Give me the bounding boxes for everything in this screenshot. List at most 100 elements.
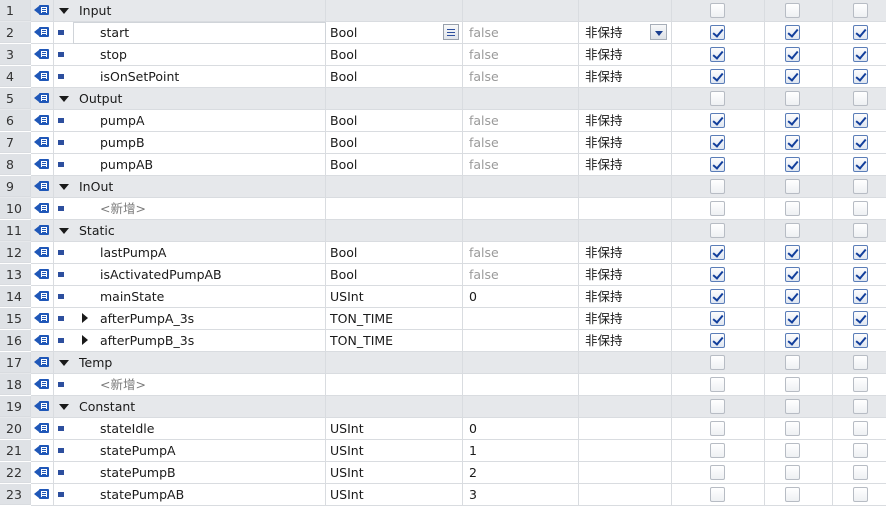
writable-checkbox[interactable]	[785, 377, 800, 392]
accessible-checkbox[interactable]	[710, 465, 725, 480]
name-cell[interactable]: InOut	[73, 176, 326, 198]
accessible-checkbox[interactable]	[710, 91, 725, 106]
default-value-cell[interactable]: false	[463, 110, 579, 132]
writable-checkbox[interactable]	[785, 157, 800, 172]
section-row[interactable]: 11 Static	[0, 220, 886, 242]
default-value-cell[interactable]: 0	[463, 286, 579, 308]
row-number[interactable]: 12	[0, 242, 31, 263]
visible-checkbox[interactable]	[853, 333, 868, 348]
retain-cell[interactable]	[579, 440, 672, 462]
writable-checkbox[interactable]	[785, 399, 800, 414]
row-number[interactable]: 1	[0, 0, 31, 21]
retain-cell[interactable]: 非保持	[579, 242, 672, 264]
writable-checkbox[interactable]	[785, 223, 800, 238]
name-cell[interactable]: afterPumpB_3s	[73, 330, 326, 352]
collapse-triangle-icon[interactable]	[59, 228, 69, 234]
default-value-cell[interactable]	[463, 352, 579, 374]
accessible-checkbox[interactable]	[710, 223, 725, 238]
row-number[interactable]: 9	[0, 176, 31, 197]
row-number[interactable]: 2	[0, 22, 31, 43]
expand-triangle-icon[interactable]	[82, 335, 88, 345]
accessible-checkbox[interactable]	[710, 179, 725, 194]
visible-checkbox[interactable]	[853, 135, 868, 150]
table-row[interactable]: 2 start Bool false 非保持	[0, 22, 886, 44]
retain-cell[interactable]: 非保持	[579, 330, 672, 352]
visible-checkbox[interactable]	[853, 113, 868, 128]
retain-cell[interactable]: 非保持	[579, 308, 672, 330]
accessible-checkbox[interactable]	[710, 421, 725, 436]
datatype-cell[interactable]: Bool	[326, 110, 463, 132]
row-number[interactable]: 5	[0, 88, 31, 109]
default-value-cell[interactable]: false	[463, 264, 579, 286]
accessible-checkbox[interactable]	[710, 487, 725, 502]
row-number[interactable]: 23	[0, 484, 31, 505]
datatype-cell[interactable]: TON_TIME	[326, 330, 463, 352]
section-row[interactable]: 1 Input	[0, 0, 886, 22]
table-row[interactable]: 10 <新增>	[0, 198, 886, 220]
name-cell[interactable]: statePumpA	[73, 440, 326, 462]
writable-checkbox[interactable]	[785, 201, 800, 216]
table-row[interactable]: 14 mainState USInt 0 非保持	[0, 286, 886, 308]
section-row[interactable]: 17 Temp	[0, 352, 886, 374]
name-cell[interactable]: <新增>	[73, 374, 326, 396]
visible-checkbox[interactable]	[853, 179, 868, 194]
name-cell[interactable]: Input	[73, 0, 326, 22]
datatype-cell[interactable]: USInt	[326, 286, 463, 308]
retain-cell[interactable]: 非保持	[579, 66, 672, 88]
visible-checkbox[interactable]	[853, 443, 868, 458]
retain-cell[interactable]: 非保持	[579, 264, 672, 286]
writable-checkbox[interactable]	[785, 91, 800, 106]
visible-checkbox[interactable]	[853, 267, 868, 282]
datatype-cell[interactable]: TON_TIME	[326, 308, 463, 330]
table-row[interactable]: 22 statePumpB USInt 2	[0, 462, 886, 484]
visible-checkbox[interactable]	[853, 223, 868, 238]
row-number[interactable]: 16	[0, 330, 31, 351]
writable-checkbox[interactable]	[785, 179, 800, 194]
dropdown-arrow-icon[interactable]	[650, 24, 667, 40]
collapse-triangle-icon[interactable]	[59, 404, 69, 410]
name-cell[interactable]: Static	[73, 220, 326, 242]
retain-cell[interactable]	[579, 352, 672, 374]
datatype-cell[interactable]: Bool	[326, 66, 463, 88]
datatype-cell[interactable]: Bool	[326, 132, 463, 154]
writable-checkbox[interactable]	[785, 267, 800, 282]
default-value-cell[interactable]	[463, 220, 579, 242]
name-cell[interactable]: lastPumpA	[73, 242, 326, 264]
default-value-cell[interactable]: false	[463, 22, 579, 44]
retain-cell[interactable]	[579, 396, 672, 418]
row-number[interactable]: 21	[0, 440, 31, 461]
visible-checkbox[interactable]	[853, 91, 868, 106]
retain-cell[interactable]	[579, 220, 672, 242]
accessible-checkbox[interactable]	[710, 377, 725, 392]
default-value-cell[interactable]: false	[463, 154, 579, 176]
datatype-cell[interactable]	[326, 352, 463, 374]
table-row[interactable]: 3 stop Bool false 非保持	[0, 44, 886, 66]
table-row[interactable]: 7 pumpB Bool false 非保持	[0, 132, 886, 154]
default-value-cell[interactable]	[463, 88, 579, 110]
row-number[interactable]: 8	[0, 154, 31, 175]
name-cell[interactable]: statePumpB	[73, 462, 326, 484]
retain-cell[interactable]	[579, 462, 672, 484]
default-value-cell[interactable]: false	[463, 66, 579, 88]
table-row[interactable]: 21 statePumpA USInt 1	[0, 440, 886, 462]
visible-checkbox[interactable]	[853, 25, 868, 40]
datatype-cell[interactable]: Bool	[326, 22, 463, 44]
name-cell[interactable]: start	[73, 22, 326, 44]
collapse-triangle-icon[interactable]	[59, 8, 69, 14]
datatype-cell[interactable]: Bool	[326, 242, 463, 264]
writable-checkbox[interactable]	[785, 3, 800, 18]
row-number[interactable]: 10	[0, 198, 31, 219]
writable-checkbox[interactable]	[785, 465, 800, 480]
name-cell[interactable]: mainState	[73, 286, 326, 308]
writable-checkbox[interactable]	[785, 25, 800, 40]
accessible-checkbox[interactable]	[710, 355, 725, 370]
datatype-cell[interactable]	[326, 396, 463, 418]
accessible-checkbox[interactable]	[710, 399, 725, 414]
accessible-checkbox[interactable]	[710, 267, 725, 282]
section-row[interactable]: 5 Output	[0, 88, 886, 110]
writable-checkbox[interactable]	[785, 311, 800, 326]
writable-checkbox[interactable]	[785, 289, 800, 304]
collapse-triangle-icon[interactable]	[59, 360, 69, 366]
writable-checkbox[interactable]	[785, 443, 800, 458]
name-cell[interactable]: isActivatedPumpAB	[73, 264, 326, 286]
